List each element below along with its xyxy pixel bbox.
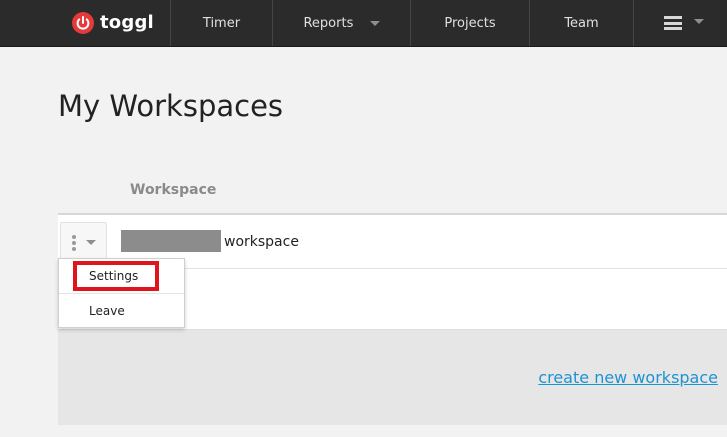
nav-team[interactable]: Team [530, 0, 633, 46]
redacted-workspace-name [121, 230, 221, 252]
nav-reports[interactable]: Reports [273, 0, 410, 46]
nav-timer[interactable]: Timer [171, 0, 272, 46]
workspace-actions-button[interactable] [60, 222, 107, 260]
workspace-column-header: Workspace [130, 182, 217, 198]
create-workspace-link[interactable]: create new workspace [538, 368, 718, 387]
hamburger-icon [664, 16, 682, 30]
menu-item-leave[interactable]: Leave [59, 294, 184, 328]
top-navigation-bar: toggl Timer Reports Projects Team [0, 0, 727, 47]
nav-projects[interactable]: Projects [411, 0, 529, 46]
power-icon [72, 12, 94, 34]
chevron-down-icon [694, 19, 704, 24]
menu-item-leave-label: Leave [89, 304, 125, 318]
chevron-down-icon [86, 240, 96, 245]
workspace-name: workspace [224, 234, 299, 250]
more-vertical-icon [72, 235, 76, 253]
nav-team-label: Team [564, 16, 599, 31]
logo-text: toggl [100, 12, 154, 33]
toggl-logo[interactable]: toggl [72, 11, 154, 35]
nav-reports-label: Reports [303, 16, 354, 31]
nav-projects-label: Projects [444, 16, 496, 31]
workspace-actions-menu: Settings Leave [58, 258, 185, 328]
menu-item-settings[interactable]: Settings [59, 259, 184, 294]
page-title: My Workspaces [58, 89, 284, 123]
chevron-down-icon [369, 21, 380, 26]
menu-item-settings-label: Settings [89, 269, 139, 283]
main-menu-button[interactable] [634, 0, 727, 46]
nav-timer-label: Timer [202, 16, 241, 31]
